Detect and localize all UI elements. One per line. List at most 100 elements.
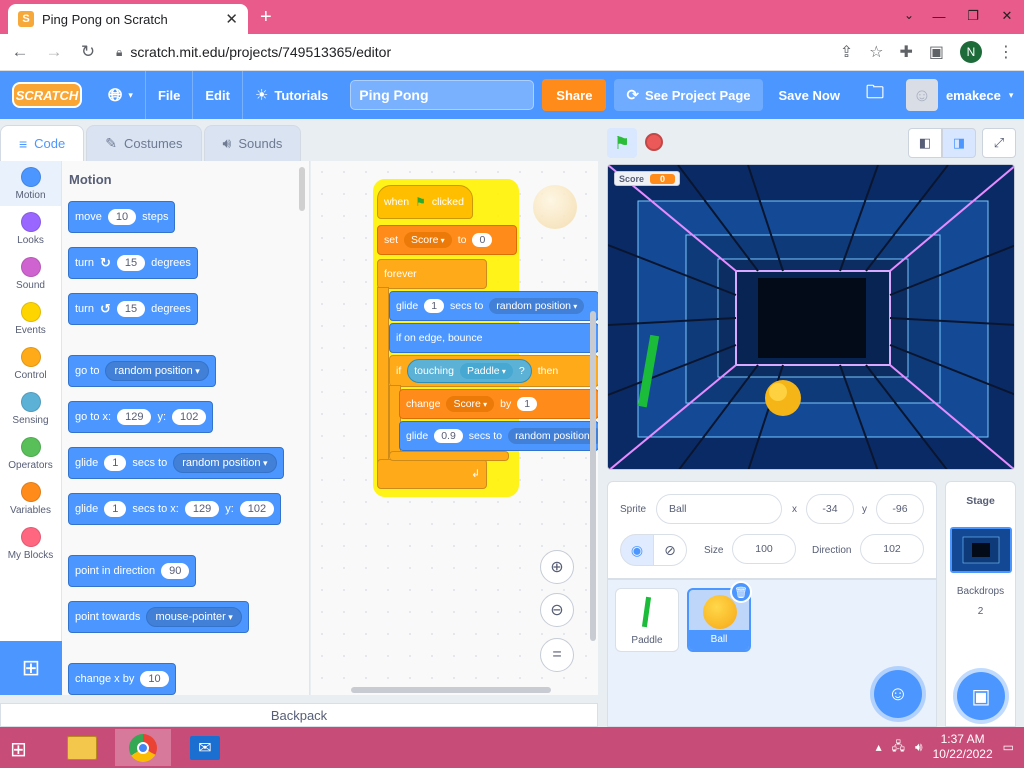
point-in-direction-block[interactable]: point in direction 90: [68, 555, 197, 587]
side-panel-icon[interactable]: ▣: [929, 42, 944, 62]
my-stuff-folder-icon[interactable]: 🗀: [866, 80, 884, 110]
tray-chevron-icon[interactable]: ▴: [876, 740, 882, 754]
category-sound[interactable]: Sound: [0, 251, 61, 296]
y-input[interactable]: -96: [876, 494, 924, 524]
block-number-input[interactable]: 0: [472, 233, 493, 247]
zoom-out-button[interactable]: ⊖: [540, 593, 574, 627]
category-looks[interactable]: Looks: [0, 206, 61, 251]
small-stage-icon[interactable]: ◧: [908, 128, 942, 158]
scratch-logo[interactable]: SCRATCH: [12, 82, 82, 108]
restore-icon[interactable]: ❐: [956, 2, 990, 30]
category-motion[interactable]: Motion: [0, 161, 61, 206]
zoom-reset-button[interactable]: =: [540, 638, 574, 672]
forward-icon[interactable]: →: [44, 42, 64, 62]
block-number-input[interactable]: 1: [104, 455, 127, 471]
block-number-input[interactable]: 15: [116, 255, 146, 271]
variable-dropdown[interactable]: Score: [404, 232, 452, 248]
forever-block[interactable]: forever: [377, 259, 487, 289]
stage-canvas[interactable]: Score 0: [607, 164, 1015, 470]
go-to-xy-block[interactable]: go to x: 129 y: 102: [68, 401, 214, 433]
block-dropdown[interactable]: mouse-pointer: [146, 607, 242, 627]
when-flag-clicked-block[interactable]: when ⚑ clicked: [377, 185, 473, 219]
variable-dropdown[interactable]: Score: [446, 396, 495, 412]
choose-sprite-button[interactable]: ☺: [874, 670, 922, 718]
glide-random-block[interactable]: glide 1 secs to random position: [389, 291, 598, 321]
block-number-input[interactable]: 15: [116, 301, 146, 317]
profile-avatar[interactable]: N: [960, 41, 982, 63]
go-to-block[interactable]: go to random position: [68, 355, 216, 387]
url-field[interactable]: 🔒︎ scratch.mit.edu/projects/749513365/ed…: [112, 38, 826, 66]
tab-search-chevron-icon[interactable]: ⌄: [904, 8, 914, 22]
notifications-icon[interactable]: ▭: [1003, 740, 1014, 754]
size-input[interactable]: 100: [732, 534, 796, 564]
block-number-input[interactable]: 1: [104, 501, 127, 517]
account-menu[interactable]: ☺ emakece ▾: [905, 79, 1013, 111]
language-menu[interactable]: 🌐︎ ▾: [96, 71, 146, 119]
sprite-name-input[interactable]: Ball: [656, 494, 782, 524]
change-x-block[interactable]: change x by 10: [68, 663, 176, 695]
tab-sounds[interactable]: 🔊︎ Sounds: [203, 125, 302, 161]
chrome-app[interactable]: [115, 729, 171, 766]
share-button[interactable]: Share: [542, 79, 607, 111]
block-dropdown[interactable]: random position: [489, 298, 585, 314]
block-number-input[interactable]: 10: [107, 209, 137, 225]
move-steps-block[interactable]: move 10 steps: [68, 201, 176, 233]
tutorials-button[interactable]: ☀ Tutorials: [243, 71, 340, 119]
file-menu[interactable]: File: [146, 71, 194, 119]
score-monitor[interactable]: Score 0: [614, 171, 681, 186]
fullscreen-icon[interactable]: ⤢: [982, 128, 1016, 158]
tab-code[interactable]: ≡ Code: [0, 125, 85, 161]
category-control[interactable]: Control: [0, 341, 61, 386]
see-project-page-button[interactable]: ⟳ See Project Page: [614, 79, 763, 111]
show-sprite-button[interactable]: ◉: [620, 534, 654, 566]
block-number-input[interactable]: 10: [140, 671, 169, 687]
glide-to-block[interactable]: glide 1 secs to random position: [68, 447, 284, 479]
palette-scrollbar[interactable]: [299, 167, 305, 211]
new-tab-icon[interactable]: +: [260, 6, 272, 29]
x-input[interactable]: -34: [806, 494, 854, 524]
add-extension-button[interactable]: ⊞: [0, 641, 62, 695]
stop-button[interactable]: [645, 133, 663, 151]
glide-random-block-2[interactable]: glide 0.9 secs to random position: [399, 421, 598, 451]
if-on-edge-bounce-block[interactable]: if on edge, bounce: [389, 323, 598, 353]
file-explorer-app[interactable]: [54, 729, 110, 766]
change-variable-block[interactable]: change Score by 1: [399, 389, 598, 419]
workspace-horizontal-scrollbar[interactable]: [351, 687, 551, 693]
tab-close-icon[interactable]: ✕: [225, 10, 238, 28]
backpack-bar[interactable]: Backpack: [0, 703, 598, 727]
set-variable-block[interactable]: set Score to 0: [377, 225, 517, 255]
if-then-block[interactable]: if touching Paddle ? then: [389, 355, 598, 387]
touching-block[interactable]: touching Paddle ?: [407, 359, 532, 383]
back-icon[interactable]: ←: [10, 42, 30, 62]
normal-stage-icon[interactable]: ◨: [942, 128, 976, 158]
network-icon[interactable]: 🖧︎: [892, 737, 905, 758]
edit-menu[interactable]: Edit: [193, 71, 243, 119]
category-my-blocks[interactable]: My Blocks: [0, 521, 61, 566]
direction-input[interactable]: 102: [860, 534, 924, 564]
save-now-button[interactable]: Save Now: [771, 88, 848, 103]
bookmark-star-icon[interactable]: ☆: [869, 42, 883, 62]
block-number-input[interactable]: 1: [424, 299, 445, 313]
extensions-icon[interactable]: ✚: [899, 42, 912, 62]
lock-icon[interactable]: 🔒︎: [116, 45, 122, 60]
category-variables[interactable]: Variables: [0, 476, 61, 521]
minimize-icon[interactable]: —: [922, 2, 956, 30]
block-number-input[interactable]: 129: [117, 409, 152, 425]
block-number-input[interactable]: 1: [517, 397, 538, 411]
category-operators[interactable]: Operators: [0, 431, 61, 476]
workspace-vertical-scrollbar[interactable]: [590, 311, 596, 641]
sprite-card-paddle[interactable]: Paddle: [615, 588, 679, 652]
hide-sprite-button[interactable]: ⊘: [653, 534, 687, 566]
block-number-input[interactable]: 0.9: [434, 429, 463, 443]
block-number-input[interactable]: 102: [239, 501, 275, 517]
tab-costumes[interactable]: ✎ Costumes: [86, 125, 202, 161]
stage-target-pane[interactable]: Stage Backdrops 2 ▣: [945, 481, 1016, 727]
block-number-input[interactable]: 102: [172, 409, 207, 425]
taskbar-clock[interactable]: 1:37 AM 10/22/2022: [933, 732, 993, 762]
block-dropdown[interactable]: random position: [508, 428, 598, 444]
block-dropdown[interactable]: random position: [105, 361, 209, 381]
choose-backdrop-button[interactable]: ▣: [957, 672, 1005, 720]
code-workspace[interactable]: when ⚑ clicked set Score to 0 forever ↲ …: [311, 161, 598, 695]
block-dropdown[interactable]: random position: [173, 453, 277, 473]
browser-tab[interactable]: S Ping Pong on Scratch ✕: [8, 4, 248, 34]
